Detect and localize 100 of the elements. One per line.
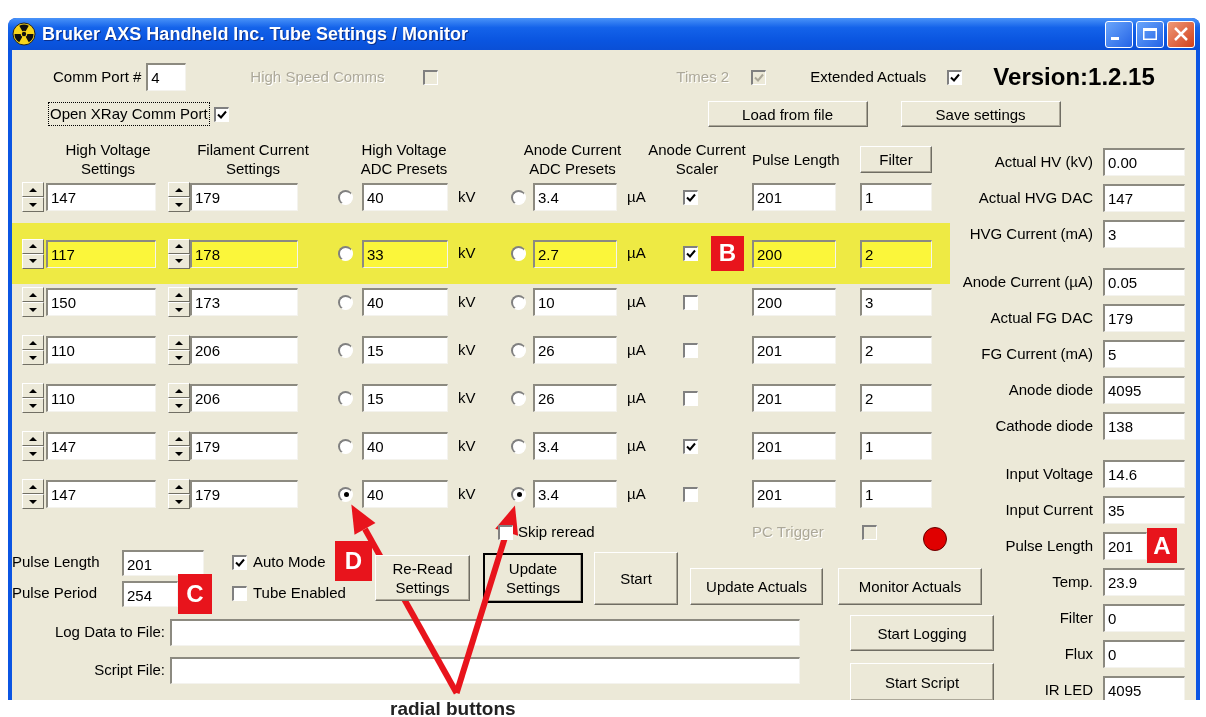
radio-button[interactable] — [338, 390, 353, 406]
input-field[interactable]: 179 — [1103, 304, 1185, 332]
spinner-control[interactable] — [22, 431, 44, 461]
input-field[interactable]: 200 — [752, 288, 836, 316]
action-button[interactable]: Save settings — [900, 101, 1061, 127]
input-field[interactable]: 1 — [860, 432, 932, 460]
input-field[interactable]: 4095 — [1103, 376, 1185, 404]
input-field[interactable]: 201 — [752, 183, 836, 211]
action-button[interactable]: Monitor Actuals — [838, 568, 982, 605]
spinner-control[interactable] — [168, 238, 190, 269]
input-field[interactable]: 23.9 — [1103, 568, 1185, 596]
input-field[interactable]: 4 — [146, 63, 187, 91]
action-button[interactable]: Re-Read Settings — [375, 555, 470, 601]
input-field[interactable]: 1 — [860, 480, 932, 508]
input-field[interactable]: 2 — [860, 336, 932, 364]
checkbox[interactable] — [232, 586, 247, 601]
input-field[interactable]: 201 — [752, 480, 836, 508]
minimize-button[interactable] — [1105, 20, 1133, 48]
input-field[interactable]: 40 — [362, 480, 448, 508]
input-field[interactable]: 0 — [1103, 604, 1185, 632]
spinner-control[interactable] — [22, 238, 44, 269]
spinner-control[interactable] — [22, 383, 44, 413]
checkbox[interactable] — [683, 246, 698, 261]
input-field[interactable]: 254 — [122, 580, 178, 607]
spinner-control[interactable] — [168, 383, 190, 413]
checkbox[interactable] — [213, 106, 229, 122]
spinner-control[interactable] — [168, 431, 190, 461]
radio-button[interactable] — [338, 294, 353, 310]
input-field[interactable]: 2 — [860, 384, 932, 412]
action-button[interactable]: Update Actuals — [690, 568, 823, 605]
input-field[interactable]: 0.00 — [1103, 148, 1185, 176]
input-field[interactable]: 15 — [362, 336, 448, 364]
input-field[interactable]: 117 — [46, 239, 156, 268]
input-field[interactable]: 35 — [1103, 496, 1185, 524]
input-field[interactable] — [170, 656, 800, 684]
input-field[interactable]: 2 — [860, 239, 932, 268]
input-field[interactable]: 5 — [1103, 340, 1185, 368]
input-field[interactable]: 0 — [1103, 640, 1185, 668]
input-field[interactable]: 3 — [1103, 220, 1185, 248]
input-field[interactable] — [170, 618, 800, 646]
input-field[interactable]: 3.4 — [533, 432, 617, 460]
input-field[interactable]: 2.7 — [533, 239, 617, 268]
checkbox[interactable] — [683, 294, 698, 310]
radio-button[interactable] — [338, 438, 353, 454]
spinner-control[interactable] — [168, 335, 190, 365]
input-field[interactable]: 206 — [190, 384, 298, 412]
checkbox[interactable] — [683, 189, 698, 205]
action-button[interactable]: Start — [594, 551, 678, 605]
input-field[interactable]: 147 — [1103, 184, 1185, 212]
radio-button[interactable] — [511, 390, 526, 406]
radio-button[interactable] — [511, 294, 526, 310]
input-field[interactable]: 179 — [190, 183, 298, 211]
input-field[interactable]: 40 — [362, 183, 448, 211]
input-field[interactable]: 150 — [46, 288, 156, 316]
spinner-control[interactable] — [168, 182, 190, 212]
action-button[interactable]: Load from file — [707, 101, 868, 127]
input-field[interactable]: 10 — [533, 288, 617, 316]
input-field[interactable]: 26 — [533, 384, 617, 412]
input-field[interactable]: 147 — [46, 183, 156, 211]
input-field[interactable]: 173 — [190, 288, 298, 316]
input-field[interactable]: 3.4 — [533, 183, 617, 211]
checkbox[interactable] — [683, 438, 698, 454]
spinner-control[interactable] — [22, 479, 44, 509]
action-button[interactable]: Update Settings — [484, 554, 582, 602]
radio-button[interactable] — [511, 438, 526, 454]
input-field[interactable]: 26 — [533, 336, 617, 364]
input-field[interactable]: 3 — [860, 288, 932, 316]
input-field[interactable]: 179 — [190, 480, 298, 508]
spinner-control[interactable] — [168, 287, 190, 317]
input-field[interactable]: 33 — [362, 239, 448, 268]
filter-button[interactable]: Filter — [860, 145, 932, 173]
close-button[interactable] — [1167, 20, 1195, 48]
input-field[interactable]: 40 — [362, 432, 448, 460]
input-field[interactable]: 201 — [752, 384, 836, 412]
radio-button[interactable] — [338, 486, 353, 502]
action-button[interactable]: Start Logging — [850, 615, 994, 651]
input-field[interactable]: 200 — [752, 239, 836, 268]
maximize-button[interactable] — [1136, 20, 1164, 48]
checkbox[interactable] — [683, 390, 698, 406]
input-field[interactable]: 201 — [1103, 532, 1147, 560]
checkbox[interactable] — [947, 69, 963, 85]
input-field[interactable]: 206 — [190, 336, 298, 364]
radio-button[interactable] — [511, 486, 526, 502]
input-field[interactable]: 15 — [362, 384, 448, 412]
spinner-control[interactable] — [22, 335, 44, 365]
input-field[interactable]: 147 — [46, 480, 156, 508]
input-field[interactable]: 14.6 — [1103, 460, 1185, 488]
radio-button[interactable] — [511, 246, 526, 261]
action-button[interactable]: Start Script — [850, 663, 994, 700]
radio-button[interactable] — [338, 246, 353, 261]
checkbox[interactable] — [683, 486, 698, 502]
input-field[interactable]: 0.05 — [1103, 268, 1185, 296]
input-field[interactable]: 201 — [752, 432, 836, 460]
input-field[interactable]: 110 — [46, 384, 156, 412]
input-field[interactable]: 4095 — [1103, 676, 1185, 700]
input-field[interactable]: 147 — [46, 432, 156, 460]
input-field[interactable]: 201 — [752, 336, 836, 364]
input-field[interactable]: 1 — [860, 183, 932, 211]
spinner-control[interactable] — [168, 479, 190, 509]
radio-button[interactable] — [511, 189, 526, 205]
